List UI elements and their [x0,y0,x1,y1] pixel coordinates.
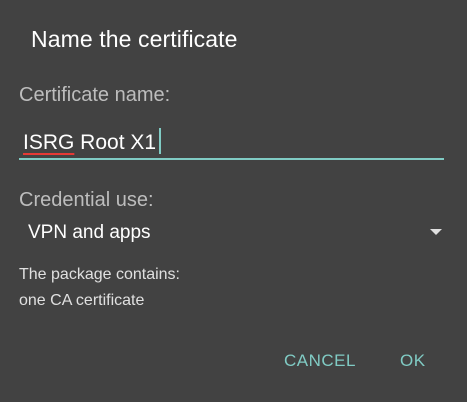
certificate-name-rest: Root X1 [74,131,157,154]
package-info-line-1: The package contains: [19,266,180,283]
credential-use-select[interactable]: VPN and apps [19,216,447,250]
dialog-title: Name the certificate [31,26,238,52]
certificate-name-input[interactable]: ISRG Root X1 [19,122,444,160]
package-info-line-2: one CA certificate [19,292,145,309]
arrow-drop-down-icon[interactable] [430,229,442,235]
certificate-name-value: ISRG Root X1 [23,128,162,155]
certificate-name-label: Certificate name: [19,84,171,106]
credential-use-value: VPN and apps [28,222,151,243]
misspelled-word[interactable]: ISRG [23,131,74,154]
certificate-name-dialog: Name the certificate Certificate name: I… [0,0,467,402]
credential-use-label: Credential use: [19,189,154,211]
ok-button[interactable]: OK [400,351,426,371]
text-cursor [159,128,162,154]
cancel-button[interactable]: CANCEL [284,351,356,371]
